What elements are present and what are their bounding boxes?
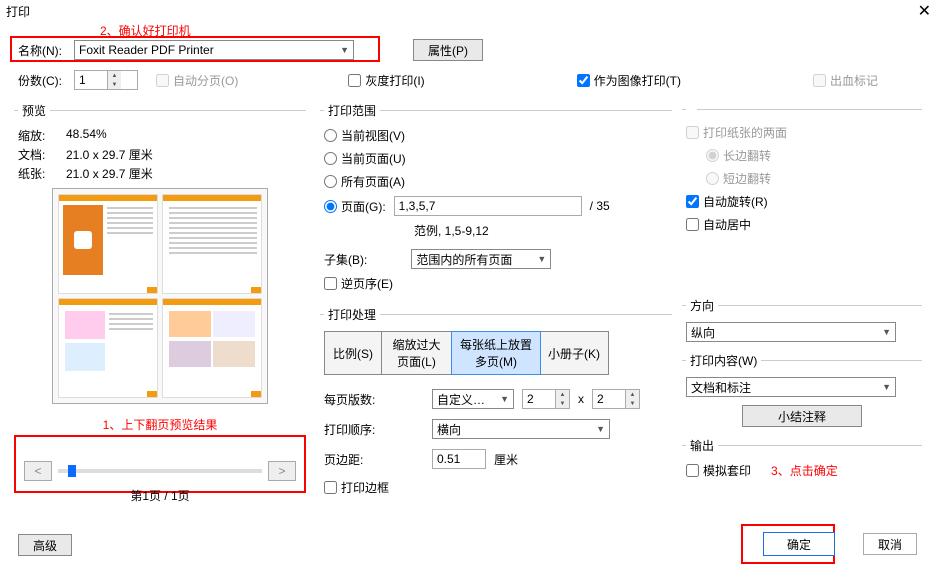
print-as-image-checkbox[interactable]: 作为图像打印(T) xyxy=(577,72,681,89)
sheet-w-input[interactable] xyxy=(523,390,555,408)
border-checkbox[interactable]: 打印边框 xyxy=(324,479,389,496)
per-sheet-select[interactable]: 自定义… ▼ xyxy=(432,389,514,409)
content-select[interactable]: 文档和标注 ▼ xyxy=(686,377,896,397)
chevron-down-icon: ▼ xyxy=(500,394,509,404)
subset-label: 子集(B): xyxy=(324,251,367,268)
handling-legend: 打印处理 xyxy=(324,306,380,323)
annotation-2: 1、上下翻页预览结果 xyxy=(14,416,306,433)
current-page-radio[interactable]: 当前页面(U) xyxy=(324,150,668,167)
grayscale-checkbox[interactable]: 灰度打印(I) xyxy=(348,72,424,89)
order-label: 打印顺序: xyxy=(324,421,424,438)
current-view-radio[interactable]: 当前视图(V) xyxy=(324,127,668,144)
content-fieldset: 打印内容(W) 文档和标注 ▼ 小结注释 xyxy=(682,352,922,431)
spin-down-icon[interactable]: ▼ xyxy=(107,80,121,89)
chevron-down-icon: ▼ xyxy=(596,424,605,434)
per-sheet-value: 自定义… xyxy=(437,391,485,408)
order-select[interactable]: 横向 ▼ xyxy=(432,419,610,439)
chevron-down-icon: ▼ xyxy=(340,45,349,55)
chevron-down-icon: ▼ xyxy=(882,327,891,337)
simulate-checkbox[interactable]: 模拟套印 xyxy=(686,462,751,479)
annotation-box-2: < > 第1页 / 1页 xyxy=(14,435,306,493)
bleed-checkbox: 出血标记 xyxy=(813,72,878,89)
range-fieldset: 打印范围 当前视图(V) 当前页面(U) 所有页面(A) 页面(G): / 35… xyxy=(320,102,672,296)
printer-name-select[interactable]: Foxit Reader PDF Printer ▼ xyxy=(74,40,354,60)
pages-radio[interactable]: 页面(G): xyxy=(324,198,386,215)
copies-label: 份数(C): xyxy=(18,72,62,89)
auto-center-checkbox[interactable]: 自动居中 xyxy=(686,216,918,233)
handling-fieldset: 打印处理 比例(S) 缩放过大页面(L) 每张纸上放置多页(M) 小册子(K) … xyxy=(320,306,672,501)
annotation-3: 3、点击确定 xyxy=(771,462,838,479)
doc-value: 21.0 x 29.7 厘米 xyxy=(66,146,153,163)
preview-canvas xyxy=(52,188,268,404)
margin-unit: 厘米 xyxy=(494,451,518,468)
properties-button[interactable]: 属性(P) xyxy=(413,39,483,61)
pages-total: / 35 xyxy=(590,199,610,213)
collate-checkbox: 自动分页(O) xyxy=(156,72,238,89)
orientation-fieldset: 方向 纵向 ▼ xyxy=(682,297,922,346)
all-pages-radio[interactable]: 所有页面(A) xyxy=(324,173,668,190)
sheet-h-spinner[interactable]: ▲▼ xyxy=(592,389,640,409)
preview-page-info: 第1页 / 1页 xyxy=(24,487,296,504)
paper-value: 21.0 x 29.7 厘米 xyxy=(66,165,153,182)
printer-name-value: Foxit Reader PDF Printer xyxy=(79,43,214,57)
content-value: 文档和标注 xyxy=(691,379,751,396)
margin-label: 页边距: xyxy=(324,451,424,468)
pages-example: 范例, 1,5-9,12 xyxy=(324,222,668,239)
preview-thumb-3 xyxy=(58,298,158,398)
flip-long-radio: 长边翻转 xyxy=(686,147,918,164)
zoom-value: 48.54% xyxy=(66,127,107,144)
copies-spinner[interactable]: ▲▼ xyxy=(74,70,138,90)
flip-short-radio: 短边翻转 xyxy=(686,170,918,187)
output-legend: 输出 xyxy=(686,437,718,454)
preview-thumb-2 xyxy=(162,194,262,294)
subset-value: 范围内的所有页面 xyxy=(416,251,512,268)
ok-button[interactable]: 确定 xyxy=(763,532,835,556)
preview-thumb-4 xyxy=(162,298,262,398)
summarize-button[interactable]: 小结注释 xyxy=(742,405,862,427)
margin-input[interactable] xyxy=(432,449,486,469)
order-value: 横向 xyxy=(437,421,461,438)
content-legend: 打印内容(W) xyxy=(686,352,761,369)
paper-label: 纸张: xyxy=(18,165,58,182)
sheet-x-label: x xyxy=(578,392,584,406)
seg-scale[interactable]: 比例(S) xyxy=(325,332,382,374)
preview-slider[interactable] xyxy=(58,469,262,473)
duplex-fieldset: 打印纸张的两面 长边翻转 短边翻转 自动旋转(R) 自动居中 xyxy=(682,102,922,237)
doc-label: 文档: xyxy=(18,146,58,163)
spin-up-icon[interactable]: ▲ xyxy=(107,71,121,80)
output-fieldset: 输出 模拟套印 3、点击确定 xyxy=(682,437,922,483)
copies-input[interactable] xyxy=(75,71,107,89)
close-icon[interactable]: ✕ xyxy=(918,1,931,21)
slider-thumb[interactable] xyxy=(68,465,76,477)
orientation-value: 纵向 xyxy=(691,324,715,341)
per-sheet-label: 每页版数: xyxy=(324,391,424,408)
dialog-title: 打印 xyxy=(6,3,30,20)
sheet-w-spinner[interactable]: ▲▼ xyxy=(522,389,570,409)
preview-next-button[interactable]: > xyxy=(268,461,296,481)
seg-multi[interactable]: 每张纸上放置多页(M) xyxy=(451,331,541,375)
seg-large[interactable]: 缩放过大页面(L) xyxy=(382,332,452,374)
reverse-checkbox[interactable]: 逆页序(E) xyxy=(324,275,668,292)
chevron-down-icon: ▼ xyxy=(537,254,546,264)
subset-select[interactable]: 范围内的所有页面 ▼ xyxy=(411,249,551,269)
both-sides-checkbox: 打印纸张的两面 xyxy=(686,124,918,141)
range-legend: 打印范围 xyxy=(324,102,380,119)
preview-thumb-1 xyxy=(58,194,158,294)
auto-rotate-checkbox[interactable]: 自动旋转(R) xyxy=(686,193,918,210)
seg-booklet[interactable]: 小册子(K) xyxy=(540,332,608,374)
preview-fieldset: 预览 缩放: 48.54% 文档: 21.0 x 29.7 厘米 纸张: 21.0 x… xyxy=(14,102,306,408)
preview-prev-button[interactable]: < xyxy=(24,461,52,481)
pages-input[interactable] xyxy=(394,196,582,216)
preview-legend: 预览 xyxy=(18,102,50,119)
sheet-h-input[interactable] xyxy=(593,390,625,408)
cancel-button[interactable]: 取消 xyxy=(863,533,917,555)
chevron-down-icon: ▼ xyxy=(882,382,891,392)
orientation-legend: 方向 xyxy=(686,297,718,314)
printer-name-label: 名称(N): xyxy=(18,42,62,59)
zoom-label: 缩放: xyxy=(18,127,58,144)
orientation-select[interactable]: 纵向 ▼ xyxy=(686,322,896,342)
handling-segments: 比例(S) 缩放过大页面(L) 每张纸上放置多页(M) 小册子(K) xyxy=(324,331,609,375)
advanced-button[interactable]: 高级 xyxy=(18,534,72,556)
